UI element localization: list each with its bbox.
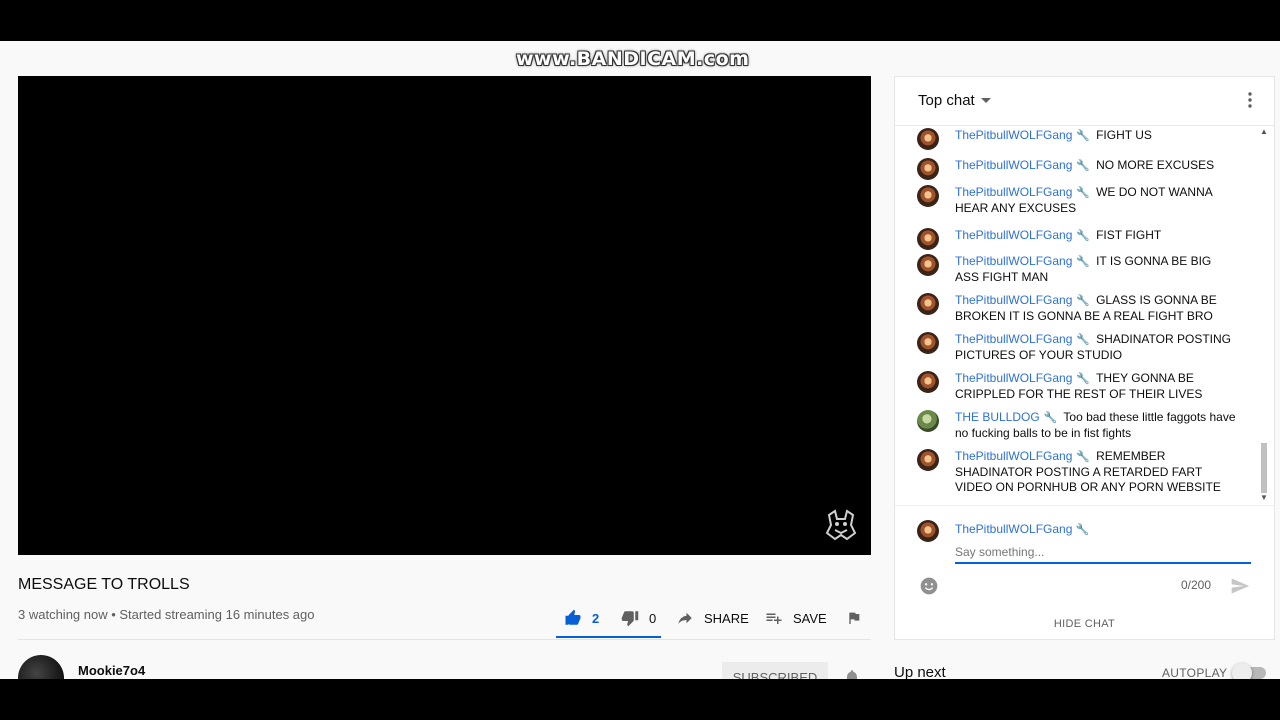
more-options-icon[interactable]	[1248, 92, 1252, 113]
send-icon[interactable]	[1229, 576, 1251, 601]
chat-message-input[interactable]	[955, 542, 1251, 564]
message-text: FIST FIGHT	[1096, 228, 1162, 242]
author-avatar[interactable]	[917, 254, 939, 276]
message-author[interactable]: ThePitbullWOLFGang	[955, 228, 1072, 242]
dislike-count: 0	[649, 610, 657, 626]
chat-mode-dropdown[interactable]: Top chat	[918, 92, 991, 109]
message-author[interactable]: ThePitbullWOLFGang	[955, 128, 1072, 142]
author-avatar[interactable]	[917, 410, 939, 432]
like-count: 2	[592, 610, 600, 626]
moderator-wrench-icon: 🔧	[1076, 160, 1091, 172]
message-author[interactable]: ThePitbullWOLFGang	[955, 332, 1072, 346]
autoplay-label: AUTOPLAY	[1162, 666, 1228, 680]
input-author-label: ThePitbullWOLFGang	[955, 522, 1073, 536]
message-author[interactable]: ThePitbullWOLFGang	[955, 185, 1072, 199]
dislike-button[interactable]: 0	[621, 606, 656, 630]
playlist-add-icon	[766, 613, 782, 624]
share-button[interactable]: SHARE	[676, 606, 749, 630]
author-avatar[interactable]	[917, 128, 939, 150]
author-avatar[interactable]	[917, 293, 939, 315]
message-author[interactable]: ThePitbullWOLFGang	[955, 158, 1072, 172]
report-button[interactable]	[846, 606, 862, 630]
video-meta: 3 watching now • Started streaming 16 mi…	[18, 607, 315, 622]
message-author[interactable]: ThePitbullWOLFGang	[955, 293, 1072, 307]
input-author-name: ThePitbullWOLFGang 🔧	[955, 522, 1095, 536]
moderator-wrench-icon: 🔧	[1076, 334, 1091, 346]
caret-down-icon	[980, 97, 991, 103]
scroll-up-arrow-icon[interactable]: ▲	[1260, 127, 1268, 136]
chat-mode-label: Top chat	[918, 92, 975, 109]
moderator-wrench-icon: 🔧	[1043, 412, 1058, 424]
live-chat-panel: Top chat ThePitbullWOLFGang 🔧 FIGHT US The…	[894, 76, 1275, 640]
moderator-wrench-icon: 🔧	[1076, 256, 1091, 268]
save-button[interactable]: SAVE	[765, 606, 827, 630]
share-label: SHARE	[704, 610, 749, 626]
author-avatar[interactable]	[917, 449, 939, 471]
character-count: 0/200	[1181, 578, 1212, 592]
moderator-wrench-icon: 🔧	[1076, 187, 1091, 199]
user-avatar	[917, 520, 939, 542]
message-author[interactable]: ThePitbullWOLFGang	[955, 254, 1072, 268]
recording-watermark: www.BANDICAM.com	[516, 48, 750, 70]
video-title: MESSAGE TO TROLLS	[18, 576, 190, 593]
save-label: SAVE	[793, 610, 827, 626]
chat-header: Top chat	[895, 77, 1274, 126]
author-avatar[interactable]	[917, 185, 939, 207]
author-avatar[interactable]	[917, 371, 939, 393]
message-text: NO MORE EXCUSES	[1096, 158, 1215, 172]
author-avatar[interactable]	[917, 228, 939, 250]
flag-icon	[849, 612, 860, 624]
channel-watermark-logo[interactable]	[823, 507, 859, 543]
moderator-wrench-icon: 🔧	[1076, 230, 1091, 242]
moderator-wrench-icon: 🔧	[1076, 130, 1091, 142]
scroll-down-arrow-icon[interactable]: ▼	[1260, 493, 1268, 502]
message-author[interactable]: THE BULLDOG	[955, 410, 1040, 424]
hide-chat-button[interactable]: HIDE CHAT	[895, 618, 1274, 630]
emoji-icon[interactable]	[919, 576, 939, 601]
chat-message-list: ThePitbullWOLFGang 🔧 FIGHT US ThePitbullWO…	[895, 125, 1265, 505]
thumbs-up-icon	[565, 609, 581, 625]
message-author[interactable]: ThePitbullWOLFGang	[955, 371, 1072, 385]
divider	[18, 639, 871, 640]
scroll-thumb[interactable]	[1261, 443, 1267, 493]
author-avatar[interactable]	[917, 332, 939, 354]
message-text: FIGHT US	[1096, 128, 1152, 142]
video-player[interactable]	[18, 76, 871, 555]
moderator-wrench-icon: 🔧	[1076, 373, 1091, 385]
like-ratio-bar	[556, 636, 661, 638]
like-button[interactable]: 2	[564, 606, 599, 630]
chat-input-area: ThePitbullWOLFGang 🔧 0/200	[895, 505, 1274, 595]
thumbs-down-icon	[621, 611, 639, 627]
author-avatar[interactable]	[917, 158, 939, 180]
moderator-wrench-icon: 🔧	[1076, 451, 1091, 463]
share-icon	[678, 612, 692, 624]
moderator-wrench-icon: 🔧	[1075, 524, 1090, 536]
channel-name[interactable]: Mookie7o4	[78, 663, 145, 678]
chat-scrollbar[interactable]: ▲ ▼	[1260, 125, 1268, 505]
moderator-wrench-icon: 🔧	[1076, 295, 1091, 307]
message-author[interactable]: ThePitbullWOLFGang	[955, 449, 1072, 463]
letterbox-bottom	[0, 679, 1280, 720]
